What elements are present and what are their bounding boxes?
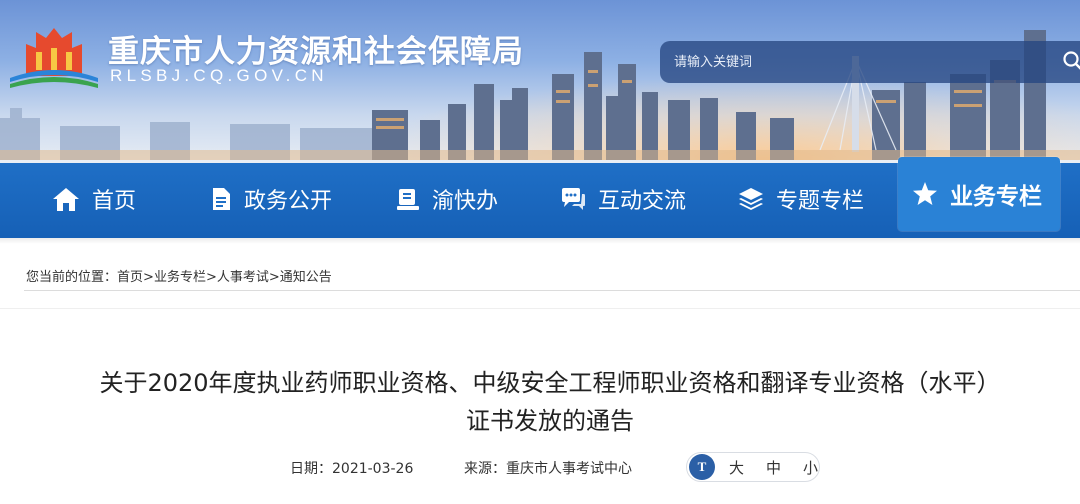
breadcrumb-prefix: 您当前的位置： [26, 270, 118, 285]
breadcrumb-divider [24, 290, 1080, 291]
search-box [660, 41, 1080, 83]
breadcrumb-separator: > [143, 270, 154, 285]
service-icon [397, 189, 419, 210]
article-title-line-1: 关于2020年度执业药师职业资格、中级安全工程师职业资格和翻译专业资格（水平） [99, 369, 1001, 397]
nav-item-gov-affairs[interactable]: 政务公开 [210, 163, 332, 235]
font-size-icon: T [689, 454, 715, 480]
nav-item-label: 互动交流 [598, 189, 687, 214]
nav-item-home[interactable]: 首页 [52, 163, 136, 235]
breadcrumb-link-home[interactable]: 首页 [117, 270, 143, 285]
document-icon [213, 188, 230, 210]
nav-item-interaction[interactable]: 互动交流 [560, 163, 686, 235]
chat-icon [562, 188, 585, 210]
nav-item-yukuaiban[interactable]: 渝快办 [396, 163, 498, 235]
main-nav: 首页 政务公开 渝快办 互动交流 专题专栏 业务专栏 [0, 157, 1080, 238]
breadcrumb-link-business-column[interactable]: 业务专栏 [154, 270, 206, 285]
nav-item-special-topics[interactable]: 专题专栏 [738, 163, 864, 235]
site-domain: RLSBJ.CQ.GOV.CN [110, 66, 328, 85]
font-size-large-button[interactable]: 大 [729, 457, 744, 478]
nav-item-label: 渝快办 [432, 189, 499, 214]
search-icon[interactable] [1062, 50, 1080, 72]
article-title-line-2: 证书发放的通告 [466, 407, 634, 435]
date-label: 日期： [290, 461, 332, 477]
date-value: 2021-03-26 [332, 461, 414, 477]
font-size-medium-button[interactable]: 中 [766, 457, 781, 478]
site-header: 重庆市人力资源和社会保障局 RLSBJ.CQ.GOV.CN [0, 0, 1080, 160]
nav-shadow [0, 238, 1080, 244]
content-divider [0, 308, 1080, 309]
source-value: 重庆市人事考试中心 [506, 461, 632, 477]
article-title: 关于2020年度执业药师职业资格、中级安全工程师职业资格和翻译专业资格（水平） … [20, 364, 1080, 440]
star-icon [913, 182, 937, 205]
site-logo-icon[interactable] [6, 18, 102, 94]
search-input[interactable] [674, 41, 1034, 83]
font-size-icon-text: T [697, 459, 707, 474]
font-size-small-button[interactable]: 小 [803, 457, 818, 478]
breadcrumb-link-notices[interactable]: 通知公告 [280, 270, 332, 285]
nav-item-label: 专题专栏 [776, 189, 865, 214]
nav-item-label: 政务公开 [244, 189, 333, 214]
site-title: 重庆市人力资源和社会保障局 [108, 34, 524, 70]
nav-item-label: 首页 [92, 189, 137, 214]
layers-icon [739, 188, 763, 210]
article-date: 日期：2021-03-26 [290, 458, 413, 478]
breadcrumb-separator: > [268, 270, 280, 285]
source-label: 来源： [464, 461, 506, 477]
article-source: 来源：重庆市人事考试中心 [464, 458, 632, 478]
home-icon [53, 188, 79, 211]
font-size-switch: T 大 中 小 [686, 452, 820, 482]
breadcrumb-separator: > [205, 270, 217, 285]
breadcrumb-link-personnel-exam[interactable]: 人事考试 [217, 270, 269, 285]
nav-item-business-column[interactable]: 业务专栏 [898, 157, 1060, 231]
nav-item-label: 业务专栏 [950, 184, 1042, 210]
breadcrumb: 您当前的位置：首页>业务专栏>人事考试>通知公告 [26, 266, 332, 285]
